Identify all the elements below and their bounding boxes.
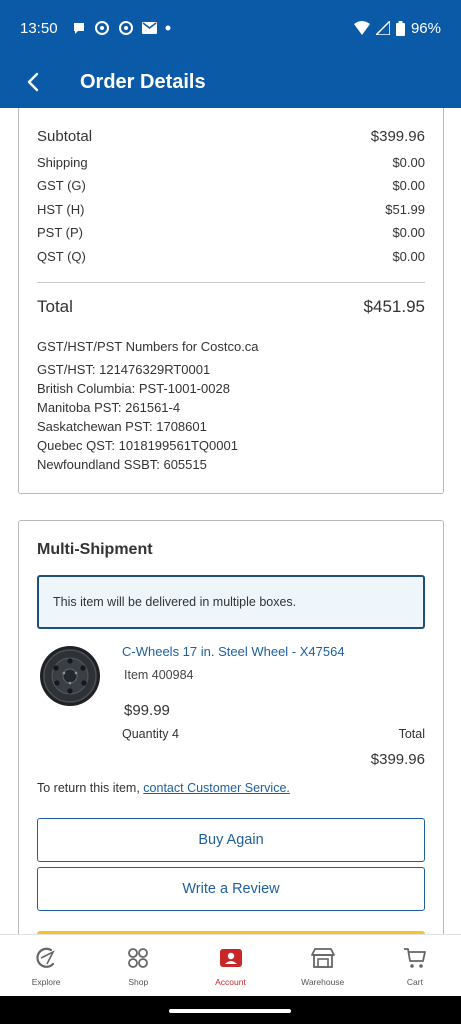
- back-button[interactable]: [0, 56, 56, 108]
- summary-row-subtotal: Subtotal $399.96: [37, 128, 425, 145]
- product-image[interactable]: [39, 645, 101, 707]
- battery-icon: [395, 20, 405, 36]
- summary-label: Shipping: [37, 155, 88, 170]
- order-details-content[interactable]: Subtotal $399.96 Shipping $0.00 GST (G) …: [0, 108, 461, 934]
- signal-icon: [375, 21, 390, 35]
- shop-grid-icon: [128, 948, 149, 968]
- mail-icon: [141, 22, 157, 34]
- summary-row-pst: PST (P) $0.00: [37, 225, 425, 240]
- tax-numbers-title: GST/HST/PST Numbers for Costco.ca: [37, 339, 259, 354]
- order-summary-card: Subtotal $399.96 Shipping $0.00 GST (G) …: [18, 108, 444, 494]
- dot-icon: [165, 25, 171, 31]
- shipment-notice: This item will be delivered in multiple …: [37, 575, 425, 629]
- status-bar: 13:50 96%: [0, 0, 461, 56]
- summary-label: HST (H): [37, 202, 85, 217]
- nav-label: Warehouse: [301, 977, 345, 987]
- return-prefix: To return this item,: [37, 781, 144, 795]
- summary-value: $0.00: [392, 249, 425, 264]
- warehouse-icon: [310, 948, 335, 968]
- product-name-link[interactable]: C-Wheels 17 in. Steel Wheel - X47564: [122, 644, 345, 659]
- nav-label: Shop: [128, 977, 149, 987]
- summary-value: $51.99: [385, 202, 425, 217]
- summary-row-shipping: Shipping $0.00: [37, 155, 425, 170]
- tax-number-line: Quebec QST: 1018199561TQ0001: [37, 438, 238, 453]
- summary-row-gst: GST (G) $0.00: [37, 178, 425, 193]
- wifi-icon: [353, 21, 370, 35]
- total-label: Total: [37, 297, 73, 316]
- write-review-button[interactable]: Write a Review: [37, 867, 425, 911]
- chevron-left-icon: [27, 72, 39, 92]
- home-gesture-pill[interactable]: [169, 1009, 291, 1013]
- total-value: $451.95: [363, 297, 425, 316]
- tax-number-line: Newfoundland SSBT: 605515: [37, 457, 207, 472]
- nav-label: Explore: [31, 977, 61, 987]
- summary-label: GST (G): [37, 178, 86, 193]
- tax-number-line: Manitoba PST: 261561-4: [37, 400, 181, 415]
- nav-shop[interactable]: Shop: [92, 935, 184, 996]
- summary-value: $0.00: [392, 155, 425, 170]
- summary-label: Subtotal: [37, 128, 93, 145]
- cart-icon: [403, 948, 426, 968]
- summary-label: QST (Q): [37, 249, 86, 264]
- summary-value: $0.00: [392, 178, 425, 193]
- chat-icon: [73, 23, 84, 34]
- nav-explore[interactable]: Explore: [0, 935, 92, 996]
- product-total-label: Total: [398, 727, 425, 741]
- product-total-value: $399.96: [370, 751, 425, 768]
- status-time: 13:50: [20, 19, 58, 37]
- explore-icon: [36, 947, 55, 968]
- shipment-notice-text: This item will be delivered in multiple …: [53, 595, 297, 609]
- summary-label: PST (P): [37, 225, 83, 240]
- tax-number-line: British Columbia: PST-1001-0028: [37, 381, 230, 396]
- summary-value: $399.96: [370, 128, 425, 145]
- buy-again-button[interactable]: Buy Again: [37, 818, 425, 862]
- summary-row-hst: HST (H) $51.99: [37, 202, 425, 217]
- write-review-label: Write a Review: [182, 881, 280, 897]
- tax-number-line: Saskatchewan PST: 1708601: [37, 419, 207, 434]
- return-instructions: To return this item, contact Customer Se…: [37, 781, 290, 795]
- nav-warehouse[interactable]: Warehouse: [277, 935, 369, 996]
- sync-icon: [94, 21, 109, 35]
- shipment-title: Multi-Shipment: [37, 541, 153, 558]
- nav-label: Cart: [406, 977, 423, 987]
- summary-row-total: Total $451.95: [37, 297, 425, 317]
- summary-divider: [37, 282, 425, 283]
- buy-again-label: Buy Again: [198, 832, 264, 848]
- battery-level: 96%: [410, 19, 441, 37]
- nav-label: Account: [215, 977, 246, 987]
- account-icon: [219, 949, 242, 967]
- product-price: $99.99: [124, 702, 170, 719]
- sync-icon-2: [118, 21, 133, 35]
- page-title: Order Details: [80, 70, 206, 93]
- tax-number-line: GST/HST: 121476329RT0001: [37, 362, 211, 377]
- product-item-number: Item 400984: [124, 668, 194, 682]
- summary-value: $0.00: [392, 225, 425, 240]
- multi-shipment-card: Multi-Shipment This item will be deliver…: [18, 520, 444, 934]
- app-bar: Order Details: [0, 56, 461, 108]
- nav-account[interactable]: Account: [184, 935, 276, 996]
- product-quantity: Quantity 4: [122, 727, 179, 741]
- nav-cart[interactable]: Cart: [369, 935, 461, 996]
- system-gesture-bar: [0, 996, 461, 1024]
- bottom-navigation: Explore Shop Account Warehouse Cart: [0, 934, 461, 996]
- summary-row-qst: QST (Q) $0.00: [37, 249, 425, 264]
- contact-customer-service-link[interactable]: contact Customer Service.: [143, 781, 290, 795]
